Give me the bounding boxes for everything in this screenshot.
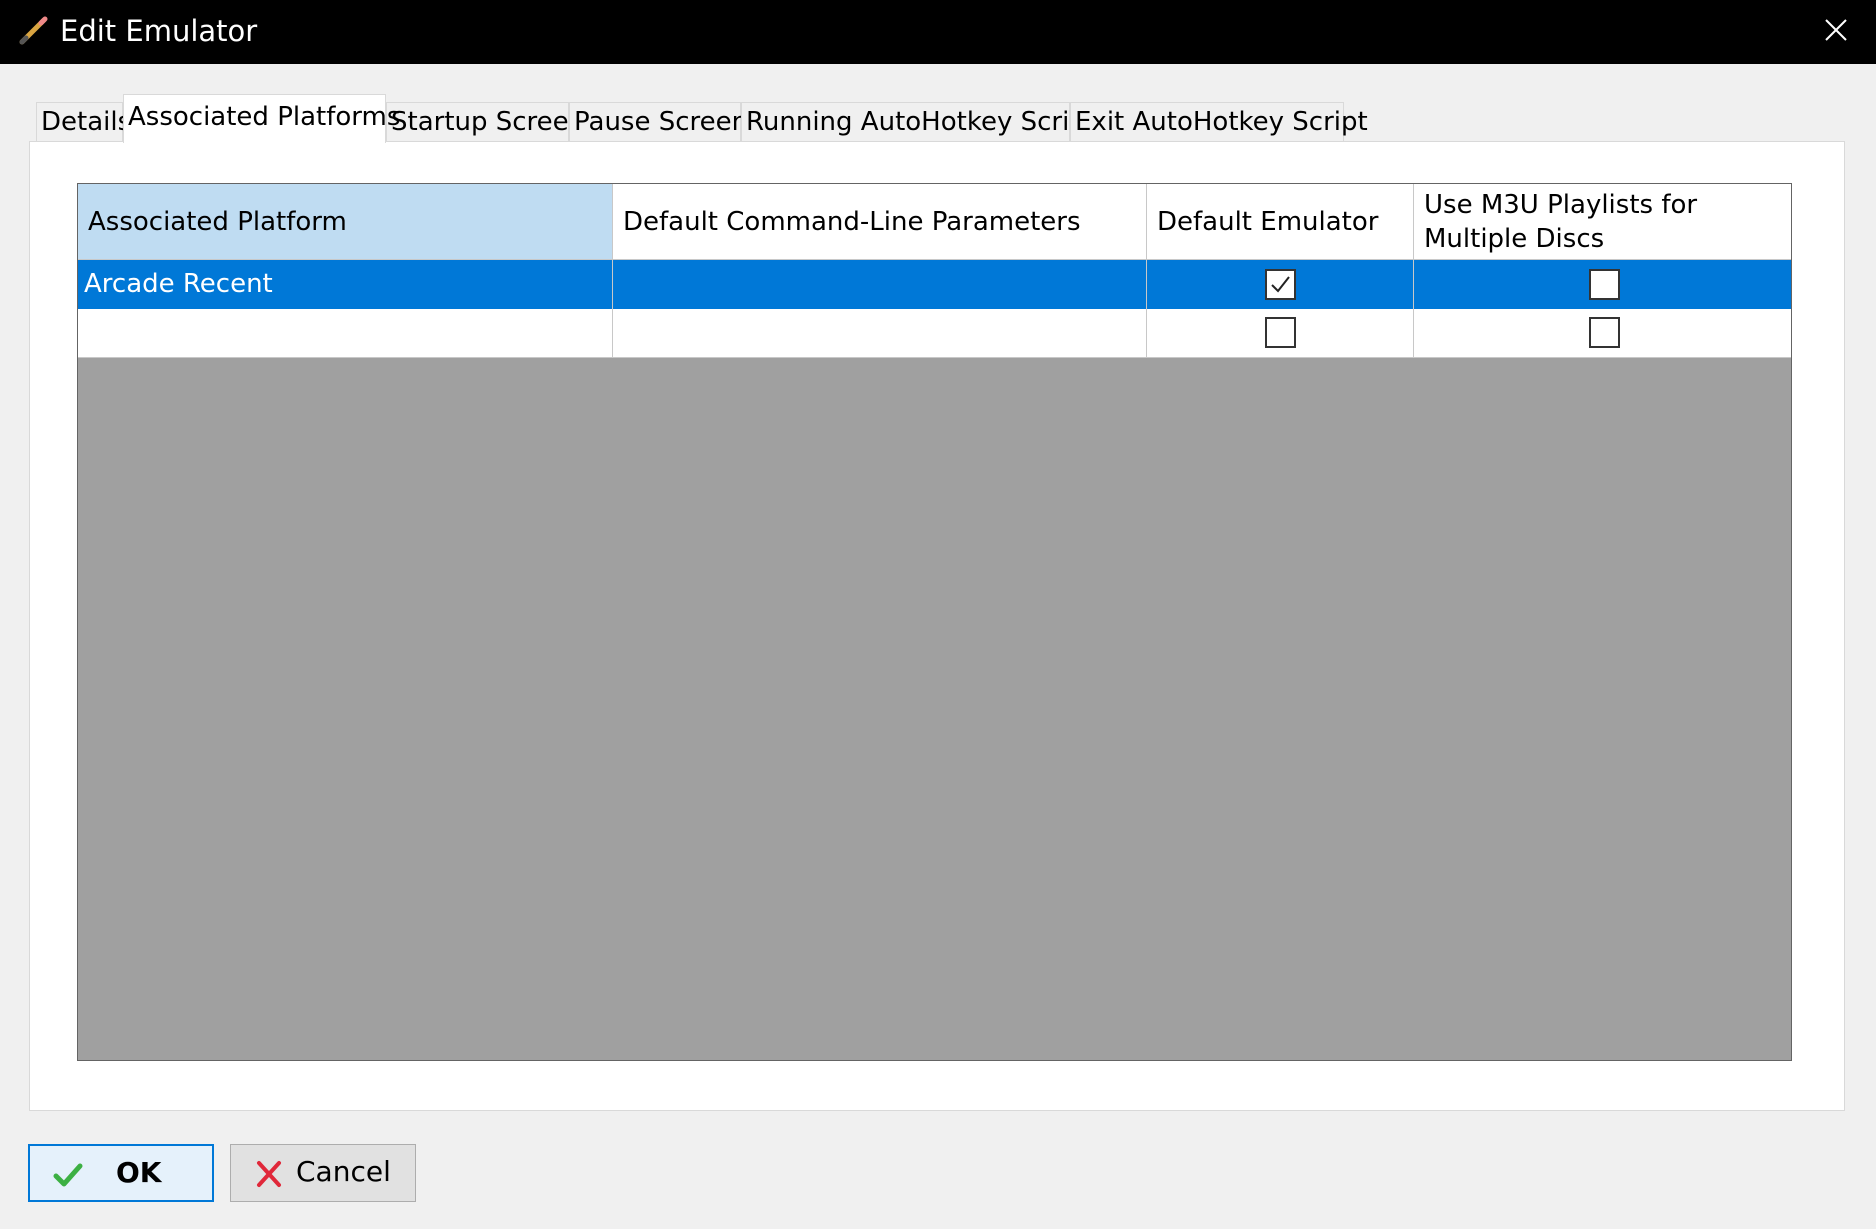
use-m3u-checkbox[interactable] (1589, 317, 1620, 348)
close-button[interactable] (1796, 0, 1876, 64)
tab-associated-platforms[interactable]: Associated Platforms (123, 94, 400, 143)
cell-associated-platform[interactable]: Arcade Recent (78, 260, 613, 309)
column-header-use-m3u-playlists[interactable]: Use M3U Playlists for Multiple Discs (1414, 184, 1791, 259)
tab-strip: Details Associated Platforms Startup Scr… (0, 94, 1876, 143)
column-header-associated-platform[interactable]: Associated Platform (78, 184, 613, 259)
column-header-label: Associated Platform (88, 206, 347, 237)
column-header-label: Default Emulator (1157, 206, 1379, 237)
table-row[interactable]: Arcade Recent (78, 260, 1791, 309)
cell-associated-platform[interactable] (78, 309, 613, 358)
cell-use-m3u-playlists[interactable] (1414, 260, 1791, 309)
default-emulator-checkbox[interactable] (1265, 269, 1296, 300)
title-bar: Edit Emulator (0, 0, 1876, 64)
column-header-label: Default Command-Line Parameters (623, 206, 1081, 237)
column-header-default-emulator[interactable]: Default Emulator (1147, 184, 1414, 259)
cell-command-line-parameters[interactable] (613, 260, 1147, 309)
window-title: Edit Emulator (60, 14, 258, 48)
close-icon (253, 1158, 285, 1190)
checkmark-icon (1271, 276, 1290, 293)
pencil-icon (18, 14, 50, 46)
cancel-label: Cancel (296, 1155, 391, 1188)
cell-use-m3u-playlists[interactable] (1414, 309, 1791, 358)
column-header-command-line-parameters[interactable]: Default Command-Line Parameters (613, 184, 1147, 259)
use-m3u-checkbox[interactable] (1589, 269, 1620, 300)
checkmark-icon (52, 1159, 84, 1191)
close-icon (1824, 18, 1848, 46)
tab-running-autohotkey-script[interactable]: Running AutoHotkey Script (741, 102, 1096, 142)
cell-command-line-parameters[interactable] (613, 309, 1147, 358)
cell-default-emulator[interactable] (1147, 309, 1414, 358)
tab-details[interactable]: Details (36, 102, 131, 142)
grid-header: Associated Platform Default Command-Line… (78, 184, 1791, 260)
ok-button[interactable]: OK (28, 1144, 214, 1202)
cell-default-emulator[interactable] (1147, 260, 1414, 309)
cancel-button[interactable]: Cancel (230, 1144, 416, 1202)
tab-pause-screen[interactable]: Pause Screen (569, 102, 748, 142)
tab-exit-autohotkey-script[interactable]: Exit AutoHotkey Script (1070, 102, 1368, 142)
platforms-grid[interactable]: Associated Platform Default Command-Line… (77, 183, 1792, 1061)
table-row[interactable] (78, 309, 1791, 358)
ok-label: OK (116, 1156, 162, 1189)
column-header-label: Use M3U Playlists for Multiple Discs (1424, 189, 1698, 254)
tab-startup-screen[interactable]: Startup Screen (386, 102, 585, 142)
default-emulator-checkbox[interactable] (1265, 317, 1296, 348)
